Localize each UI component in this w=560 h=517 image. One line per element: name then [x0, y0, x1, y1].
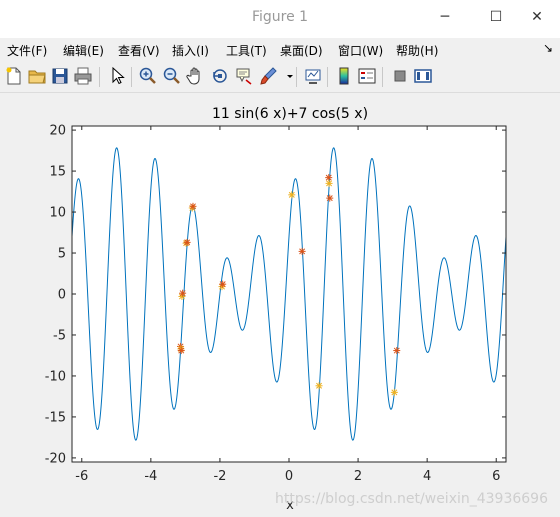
y-tick-label: -10: [45, 369, 66, 384]
x-tick-label: 6: [492, 469, 500, 484]
menu-tools[interactable]: 工具(T): [226, 42, 267, 59]
y-tick-label: 15: [49, 165, 66, 180]
hide-plot-tools-icon[interactable]: [390, 66, 410, 86]
toolbar-separator: [296, 67, 297, 87]
watermark: https://blog.csdn.net/weixin_43936696: [275, 491, 548, 507]
plot-svg: 11 sin(6 x)+7 cos(5 x) -6 -4 -2 0 2 4 6-20-15-…: [45, 106, 548, 513]
y-tick-label: 20: [49, 124, 66, 139]
x-tick-label: 4: [423, 469, 431, 484]
minimize-button[interactable]: ─: [422, 0, 468, 34]
data-marker: [315, 382, 323, 390]
data-marker: [298, 247, 306, 255]
data-marker: [326, 194, 334, 202]
brush-dropdown-icon[interactable]: [280, 66, 293, 86]
menu-edit[interactable]: 编辑(E): [63, 42, 104, 59]
toolbar-separator: [382, 67, 383, 87]
x-tick-label: 2: [354, 469, 362, 484]
toolbar: [0, 62, 560, 93]
toolbar-separator: [131, 67, 132, 87]
data-marker: [393, 347, 401, 355]
menu-view[interactable]: 查看(V): [118, 42, 160, 59]
toolbar-separator: [327, 67, 328, 87]
pan-hand-icon[interactable]: [186, 66, 206, 86]
x-tick-label: 0: [285, 469, 293, 484]
x-tick-label: -4: [144, 469, 157, 484]
brush-icon[interactable]: [258, 66, 278, 86]
x-tick-label: -6: [75, 469, 88, 484]
chart-title: 11 sin(6 x)+7 cos(5 x): [212, 106, 368, 122]
insert-colorbar-icon[interactable]: [334, 66, 354, 86]
new-figure-icon[interactable]: [4, 66, 24, 86]
maximize-button[interactable]: ☐: [473, 0, 519, 34]
link-plot-icon[interactable]: [303, 66, 323, 86]
menu-help[interactable]: 帮助(H): [396, 42, 438, 59]
edit-plot-arrow-icon[interactable]: [107, 66, 127, 86]
zoom-out-icon[interactable]: [162, 66, 182, 86]
insert-legend-icon[interactable]: [357, 66, 377, 86]
menu-bar: 文件(F) 编辑(E) 查看(V) 插入(I) 工具(T) 桌面(D) 窗口(W…: [0, 38, 560, 62]
print-icon[interactable]: [73, 66, 93, 86]
title-bar: Figure 1 ─ ☐ ✕: [0, 0, 560, 38]
rotate-3d-icon[interactable]: [210, 66, 230, 86]
data-marker: [219, 280, 227, 288]
save-icon[interactable]: [50, 66, 70, 86]
menu-insert[interactable]: 插入(I): [172, 42, 209, 59]
data-cursor-icon[interactable]: [234, 66, 254, 86]
close-button[interactable]: ✕: [514, 0, 560, 34]
data-marker: [189, 202, 197, 210]
show-plot-tools-icon[interactable]: [413, 66, 433, 86]
y-tick-label: 10: [49, 206, 66, 221]
figure-canvas[interactable]: 11 sin(6 x)+7 cos(5 x) -6 -4 -2 0 2 4 6 -20 -15-…: [0, 93, 560, 517]
x-tick-label: -2: [213, 469, 226, 484]
data-marker: [325, 179, 333, 187]
menu-file[interactable]: 文件(F): [7, 42, 47, 59]
y-tick-label: 0: [58, 288, 66, 303]
y-tick-label: -5: [53, 328, 66, 343]
y-tick-label: -15: [45, 410, 66, 425]
open-file-icon[interactable]: [27, 66, 47, 86]
zoom-in-icon[interactable]: [138, 66, 158, 86]
dock-figure-icon[interactable]: ↘: [543, 41, 553, 55]
data-marker: [183, 238, 191, 246]
menu-window[interactable]: 窗口(W): [338, 42, 383, 59]
y-tick-label: 5: [58, 247, 66, 262]
y-tick-label: -20: [45, 451, 66, 466]
menu-desktop[interactable]: 桌面(D): [280, 42, 323, 59]
axes-background: [72, 126, 506, 462]
data-marker: [179, 289, 187, 297]
toolbar-separator: [99, 67, 100, 87]
data-marker: [288, 191, 296, 199]
data-marker: [177, 347, 185, 355]
data-marker: [390, 388, 398, 396]
